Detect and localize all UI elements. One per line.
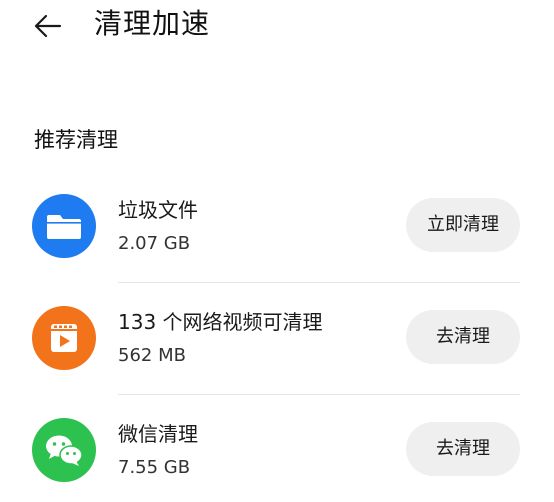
item-size: 7.55 GB	[118, 457, 191, 478]
item-name: 微信清理	[118, 422, 198, 446]
list-item-wechat: 微信清理 7.55 GB 去清理	[0, 395, 554, 502]
item-size: 562 MB	[118, 345, 186, 366]
header: 清理加速	[0, 0, 554, 60]
page-title: 清理加速	[94, 7, 211, 40]
back-button[interactable]	[30, 8, 66, 44]
item-name: 133 个网络视频可清理	[118, 310, 323, 334]
folder-icon	[32, 194, 96, 258]
wechat-icon	[32, 418, 96, 482]
go-clean-button[interactable]: 去清理	[406, 310, 520, 364]
section-title: 推荐清理	[34, 128, 118, 152]
list-item-online-videos: 133 个网络视频可清理 562 MB 去清理	[0, 283, 554, 395]
cleanup-page: 清理加速 推荐清理 垃圾文件 2.07 GB 立即清理 133 个网络视频可清理…	[0, 0, 554, 502]
video-clapper-icon	[32, 306, 96, 370]
clean-now-button[interactable]: 立即清理	[406, 198, 520, 252]
arrow-left-icon	[34, 14, 62, 38]
list-item-junk-files: 垃圾文件 2.07 GB 立即清理	[0, 171, 554, 283]
item-name: 垃圾文件	[118, 198, 198, 222]
item-size: 2.07 GB	[118, 233, 191, 254]
go-clean-button[interactable]: 去清理	[406, 422, 520, 476]
